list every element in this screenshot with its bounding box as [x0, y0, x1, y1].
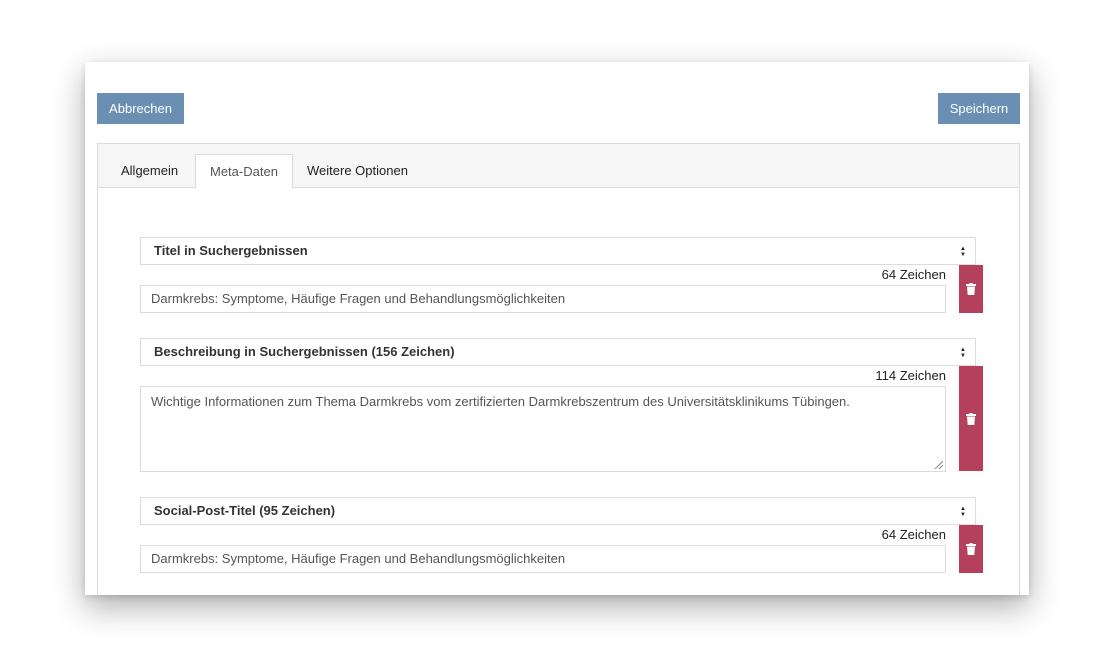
social-title-input[interactable]: Darmkrebs: Symptome, Häufige Fragen und …	[140, 545, 946, 573]
title-input[interactable]: Darmkrebs: Symptome, Häufige Fragen und …	[140, 285, 946, 313]
save-button[interactable]: Speichern	[938, 93, 1020, 124]
meta-type-select-label: Titel in Suchergebnissen	[154, 243, 308, 258]
meta-type-select-label: Social-Post-Titel (95 Zeichen)	[154, 503, 336, 518]
tab-card: Allgemein Meta-Daten Weitere Optionen Ti…	[97, 143, 1020, 595]
char-counter: 64 Zeichen	[881, 527, 946, 542]
char-counter: 64 Zeichen	[881, 267, 946, 282]
meta-field-social-title: Social-Post-Titel (95 Zeichen) ▲ ▼ 64 Zei…	[140, 497, 983, 573]
meta-type-select[interactable]: Social-Post-Titel (95 Zeichen) ▲ ▼	[140, 497, 976, 525]
tab-bar: Allgemein Meta-Daten Weitere Optionen	[98, 144, 1019, 189]
social-title-input-value: Darmkrebs: Symptome, Häufige Fragen und …	[151, 551, 566, 566]
trash-icon	[966, 283, 976, 295]
trash-icon	[966, 543, 976, 555]
cancel-button[interactable]: Abbrechen	[97, 93, 184, 124]
meta-type-select[interactable]: Beschreibung in Suchergebnissen (156 Zei…	[140, 338, 976, 366]
title-input-value: Darmkrebs: Symptome, Häufige Fragen und …	[151, 291, 566, 306]
sort-arrows-icon: ▲ ▼	[960, 506, 966, 518]
tab-allgemein[interactable]: Allgemein	[107, 154, 192, 189]
delete-button[interactable]	[959, 265, 983, 313]
delete-button[interactable]	[959, 366, 983, 471]
description-textarea[interactable]: Wichtige Informationen zum Thema Darmkre…	[140, 386, 946, 472]
tab-meta-daten[interactable]: Meta-Daten	[195, 154, 293, 189]
resize-grip-icon[interactable]	[933, 459, 943, 469]
meta-field-description: Beschreibung in Suchergebnissen (156 Zei…	[140, 338, 983, 472]
description-textarea-value: Wichtige Informationen zum Thema Darmkre…	[151, 394, 850, 409]
trash-icon	[966, 412, 976, 425]
sort-arrows-icon: ▲ ▼	[960, 347, 966, 359]
sort-arrows-icon: ▲ ▼	[960, 246, 966, 258]
char-counter: 114 Zeichen	[875, 368, 946, 383]
meta-type-select[interactable]: Titel in Suchergebnissen ▲ ▼	[140, 237, 976, 265]
delete-button[interactable]	[959, 525, 983, 573]
meta-type-select-label: Beschreibung in Suchergebnissen (156 Zei…	[154, 344, 455, 359]
editor-panel: Abbrechen Speichern Allgemein Meta-Daten…	[85, 62, 1029, 595]
meta-field-title: Titel in Suchergebnissen ▲ ▼ 64 Zeichen D…	[140, 237, 983, 313]
tab-weitere-optionen[interactable]: Weitere Optionen	[293, 154, 422, 189]
